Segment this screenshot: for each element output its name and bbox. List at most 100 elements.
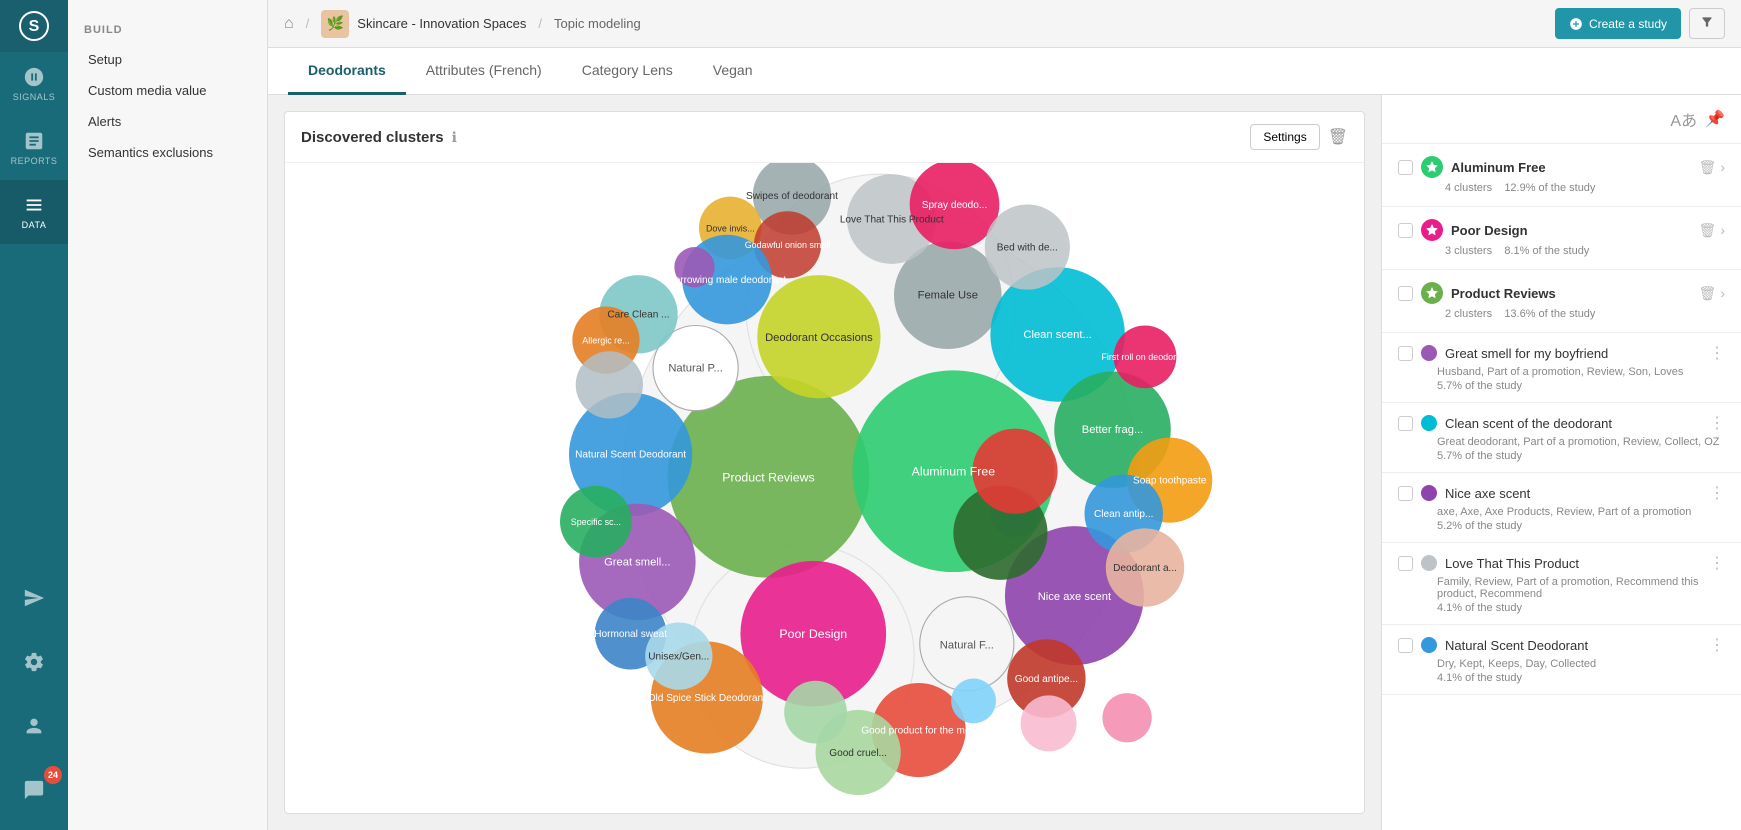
aluminum-free-name: Aluminum Free [1451, 160, 1691, 175]
svg-text:Spray deodo...: Spray deodo... [922, 200, 988, 211]
sidebar-item-setup[interactable]: Setup [68, 44, 267, 75]
filter-button[interactable] [1689, 8, 1725, 39]
svg-text:Good antipe...: Good antipe... [1015, 674, 1078, 685]
svg-text:Soap toothpaste: Soap toothpaste [1133, 476, 1207, 487]
svg-text:Allergic re...: Allergic re... [582, 335, 629, 345]
nice-axe-dot [1421, 485, 1437, 501]
natural-scent-tags: Dry, Kept, Keeps, Day, Collected [1437, 658, 1725, 670]
nav-signals[interactable]: SIGNALS [0, 52, 68, 116]
svg-text:Great smell...: Great smell... [604, 556, 671, 568]
aluminum-free-chevron[interactable]: › [1720, 159, 1725, 175]
svg-text:Care Clean ...: Care Clean ... [607, 310, 669, 321]
create-study-button[interactable]: Create a study [1555, 8, 1681, 39]
nice-axe-name: Nice axe scent [1445, 486, 1701, 501]
cluster-title: Discovered clusters [301, 129, 444, 146]
svg-text:Product Reviews: Product Reviews [722, 470, 814, 484]
natural-scent-name: Natural Scent Deodorant [1445, 638, 1701, 653]
brand-name: Skincare - Innovation Spaces [357, 16, 526, 31]
aluminum-free-delete[interactable]: 🗑 [1699, 159, 1717, 176]
svg-text:Borrowing male deodorant: Borrowing male deodorant [668, 275, 786, 286]
great-smell-tags: Husband, Part of a promotion, Review, So… [1437, 366, 1725, 378]
nav-user[interactable] [0, 694, 68, 758]
svg-text:Natural F...: Natural F... [940, 639, 994, 651]
create-study-label: Create a study [1589, 17, 1667, 31]
clean-scent-pct: 5.7% of the study [1437, 450, 1725, 462]
clean-scent-more[interactable]: ⋮ [1709, 413, 1725, 433]
poor-design-delete[interactable]: 🗑 [1699, 222, 1717, 239]
svg-text:Female Use: Female Use [918, 290, 978, 302]
great-smell-name: Great smell for my boyfriend [1445, 346, 1701, 361]
great-smell-checkbox[interactable] [1398, 346, 1413, 361]
nav-reports[interactable]: REPORTS [0, 116, 68, 180]
svg-text:S: S [29, 18, 40, 35]
pin-icon[interactable]: 📌 [1705, 109, 1725, 129]
svg-text:Hormonal sweat: Hormonal sweat [594, 629, 667, 640]
product-reviews-clusters: 2 clusters [1445, 308, 1492, 320]
poor-design-pct: 8.1% of the study [1504, 245, 1589, 257]
cluster-item-love-that: Love That This Product ⋮ Family, Review,… [1382, 543, 1741, 625]
nav-signals-label: SIGNALS [13, 92, 56, 102]
tab-attributes-french[interactable]: Attributes (French) [406, 48, 562, 95]
nav-send[interactable] [0, 566, 68, 630]
svg-text:Better frag...: Better frag... [1082, 424, 1144, 436]
content-area: Discovered clusters ℹ Settings 🗑 [268, 95, 1741, 830]
nav-settings[interactable] [0, 630, 68, 694]
clean-scent-checkbox[interactable] [1398, 416, 1413, 431]
sidebar-item-custom-media[interactable]: Custom media value [68, 75, 267, 106]
aluminum-free-clusters: 4 clusters [1445, 182, 1492, 194]
delete-button[interactable]: 🗑 [1328, 124, 1348, 150]
page-name: Topic modeling [554, 16, 641, 31]
product-reviews-chevron[interactable]: › [1720, 285, 1725, 301]
translate-icon[interactable]: Aあ [1670, 107, 1697, 131]
svg-text:Godawful onion smell: Godawful onion smell [745, 240, 831, 250]
svg-text:Unisex/Gen...: Unisex/Gen... [648, 651, 709, 662]
natural-scent-checkbox[interactable] [1398, 638, 1413, 653]
product-reviews-name: Product Reviews [1451, 286, 1691, 301]
great-smell-more[interactable]: ⋮ [1709, 343, 1725, 363]
nice-axe-tags: axe, Axe, Axe Products, Review, Part of … [1437, 506, 1725, 518]
cluster-header: Discovered clusters ℹ Settings 🗑 [285, 112, 1364, 163]
aluminum-free-group-icon [1421, 156, 1443, 178]
tab-bar: Deodorants Attributes (French) Category … [268, 48, 1741, 95]
love-that-dot [1421, 555, 1437, 571]
nav-data[interactable]: DATA [0, 180, 68, 244]
svg-text:Good cruel...: Good cruel... [829, 748, 887, 759]
nav-chat[interactable]: 24 [0, 758, 68, 822]
poor-design-name: Poor Design [1451, 223, 1691, 238]
love-that-checkbox[interactable] [1398, 556, 1413, 571]
settings-button[interactable]: Settings [1250, 124, 1319, 150]
clean-scent-dot [1421, 415, 1437, 431]
tab-deodorants[interactable]: Deodorants [288, 48, 406, 95]
svg-text:Swipes of deodorant: Swipes of deodorant [746, 191, 838, 202]
poor-design-chevron[interactable]: › [1720, 222, 1725, 238]
main-content: ⌂ / 🌿 Skincare - Innovation Spaces / Top… [268, 0, 1741, 830]
cluster-info-icon[interactable]: ℹ [452, 129, 457, 146]
svg-text:Dove invis...: Dove invis... [706, 223, 755, 233]
love-that-more[interactable]: ⋮ [1709, 553, 1725, 573]
tab-vegan[interactable]: Vegan [693, 48, 773, 95]
svg-text:Specific sc...: Specific sc... [571, 517, 621, 527]
right-panel: Aあ 📌 Aluminum Free 🗑 › 4 clus [1381, 95, 1741, 830]
poor-design-checkbox[interactable] [1398, 223, 1413, 238]
sidebar-item-semantics[interactable]: Semantics exclusions [68, 137, 267, 168]
poor-design-group-icon [1421, 219, 1443, 241]
breadcrumb-brand: 🌿 Skincare - Innovation Spaces [321, 10, 526, 38]
aluminum-free-checkbox[interactable] [1398, 160, 1413, 175]
nice-axe-checkbox[interactable] [1398, 486, 1413, 501]
svg-text:Love That This Product: Love That This Product [840, 214, 944, 225]
clean-scent-name: Clean scent of the deodorant [1445, 416, 1701, 431]
breadcrumb-separator-1: / [306, 16, 310, 31]
natural-scent-more[interactable]: ⋮ [1709, 635, 1725, 655]
svg-text:Natural P...: Natural P... [668, 362, 723, 374]
nice-axe-more[interactable]: ⋮ [1709, 483, 1725, 503]
home-icon[interactable]: ⌂ [284, 15, 294, 33]
product-reviews-checkbox[interactable] [1398, 286, 1413, 301]
svg-text:Aluminum Free: Aluminum Free [912, 465, 996, 479]
tab-category-lens[interactable]: Category Lens [562, 48, 693, 95]
topbar: ⌂ / 🌿 Skincare - Innovation Spaces / Top… [268, 0, 1741, 48]
product-reviews-delete[interactable]: 🗑 [1699, 285, 1717, 302]
app-logo: S [0, 0, 68, 52]
sidebar-item-alerts[interactable]: Alerts [68, 106, 267, 137]
svg-text:Old Spice Stick Deodorant: Old Spice Stick Deodorant [648, 693, 766, 704]
svg-text:First roll on deodorant: First roll on deodorant [1101, 352, 1189, 362]
